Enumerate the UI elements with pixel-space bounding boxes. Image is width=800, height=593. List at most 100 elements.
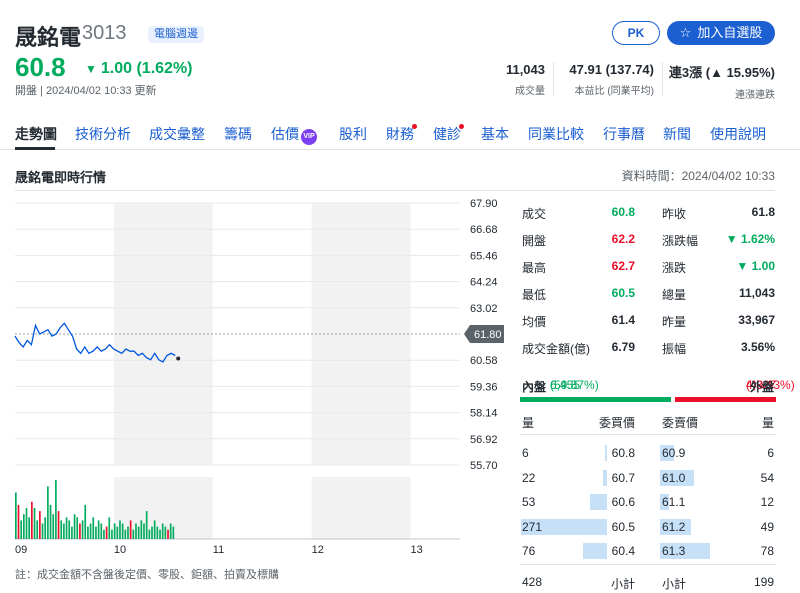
volume-bar (119, 520, 121, 539)
tab-financial[interactable]: 財務 (386, 124, 414, 144)
volume-bar (151, 526, 153, 539)
volume-bar (89, 523, 92, 539)
volume-bar (39, 511, 41, 539)
volume-bar (97, 520, 100, 539)
vip-badge: VIP (301, 129, 317, 145)
tab-health[interactable]: 健診 (433, 124, 461, 144)
volume-bar (47, 486, 49, 539)
volume-bar (52, 514, 55, 539)
bid-total: 428 (522, 574, 543, 589)
bid-price[interactable]: 60.4 (600, 544, 635, 558)
tab-transactions[interactable]: 成交彙整 (149, 124, 205, 144)
quote-value: 33,967 (738, 313, 775, 327)
volume-bar (116, 526, 119, 539)
ask-price[interactable]: 61.0 (662, 471, 685, 485)
tab-calendar[interactable]: 行事曆 (603, 124, 645, 144)
volume-bar (95, 526, 97, 539)
order-row: 6 60.8 60.9 6 (520, 441, 776, 466)
ask-price[interactable]: 60.9 (662, 446, 685, 460)
volume-bar (68, 520, 71, 539)
tab-dividend[interactable]: 股利 (339, 124, 367, 144)
intraday-chart[interactable]: 67.90 66.68 65.46 64.24 63.02 61.80 60.58 59.36… (0, 195, 512, 557)
ask-price-header: 委賣價 (662, 416, 699, 430)
ask-price[interactable]: 61.1 (662, 495, 685, 509)
ask-price[interactable]: 61.2 (662, 520, 685, 534)
volume-bar (164, 526, 167, 539)
stat-volume: 11,043 成交量 (506, 62, 545, 97)
bid-price[interactable]: 60.8 (600, 446, 635, 460)
quote-label: 漲跌 (662, 261, 687, 275)
volume-bar (159, 529, 161, 539)
order-book-header: 量 委買價 委賣價 量 (520, 414, 776, 434)
ask-qty: 54 (760, 470, 774, 485)
tab-valuation[interactable]: 估價 VIP (271, 124, 317, 145)
volume-bar (57, 511, 60, 539)
outer-ratio-bar (675, 397, 776, 402)
section-title: 晟銘電即時行情 (15, 170, 107, 185)
ask-qty-header: 量 (761, 416, 774, 430)
tab-trend[interactable]: 走勢圖 (15, 124, 57, 144)
ask-total: 199 (753, 574, 774, 589)
stat-streak: 連3漲 (▲ 15.95%) 連漲連跌 (669, 62, 775, 101)
stat-value: 連3漲 (▲ 15.95%) (668, 65, 775, 80)
volume-bar (127, 526, 129, 539)
update-meta: 開盤 | 2024/04/02 10:33 更新 (15, 85, 157, 97)
quote-label: 成交 (522, 207, 547, 221)
quote-value: 3.56% (740, 340, 775, 354)
tab-news[interactable]: 新聞 (663, 124, 691, 144)
y-tick-label: 59.36 (470, 381, 498, 393)
tab-basic[interactable]: 基本 (481, 124, 509, 144)
volume-bar (129, 520, 132, 539)
volume-bar (79, 523, 81, 539)
inner-ratio-bar (520, 397, 671, 402)
order-row: 76 60.4 61.3 78 (520, 539, 776, 564)
tab-help[interactable]: 使用說明 (710, 124, 766, 144)
industry-tag[interactable]: 電腦週邊 (148, 26, 204, 43)
tab-chips[interactable]: 籌碼 (224, 124, 252, 144)
quote-value: ▼ 1.62% (725, 232, 775, 246)
volume-bar (143, 523, 145, 539)
volume-bar (73, 514, 76, 539)
quote-value: 60.5 (611, 286, 635, 300)
volume-bar (84, 504, 87, 539)
stock-name: 晟銘電 (15, 25, 82, 50)
quote-value: ▼ 1.00 (736, 259, 775, 273)
pk-button[interactable]: PK (612, 21, 660, 45)
bid-price[interactable]: 60.7 (600, 471, 635, 485)
price-change: ▼ 1.00 (1.62%) (85, 60, 193, 78)
bid-price[interactable]: 60.5 (600, 520, 635, 534)
y-tick-label: 66.68 (470, 224, 498, 236)
order-book-rows: 6 60.8 60.9 6 22 60.7 61.0 54 53 60.6 61.1 12 271 60.… (520, 441, 776, 564)
volume-bar (111, 529, 113, 539)
ask-qty: 78 (760, 544, 774, 558)
quote-row: 開盤 62.2 漲跌幅 ▼ 1.62% (520, 225, 776, 252)
volume-bar (23, 514, 25, 539)
quote-row: 成交 60.8 昨收 61.8 (520, 198, 776, 225)
tab-peer-compare[interactable]: 同業比較 (528, 124, 584, 144)
volume-bar (121, 523, 124, 539)
add-watchlist-button[interactable]: ☆ 加入自選股 (667, 21, 775, 45)
ask-price[interactable]: 61.3 (662, 544, 685, 558)
outer-label: 外盤 (749, 380, 774, 394)
quote-value: 62.2 (611, 232, 635, 246)
quote-label: 昨收 (662, 207, 687, 221)
volume-bar (28, 517, 31, 539)
current-price: 60.8 (15, 52, 66, 82)
new-dot-icon (412, 124, 417, 129)
volume-bar (63, 523, 65, 539)
ask-subtotal-label: 小計 (662, 576, 687, 591)
bid-price[interactable]: 60.6 (600, 495, 635, 509)
quote-label: 振幅 (662, 342, 687, 356)
volume-bar (31, 501, 33, 539)
quote-row: 最低 60.5 總量 11,043 (520, 279, 776, 306)
hour-band (311, 477, 411, 539)
tab-technical[interactable]: 技術分析 (75, 124, 131, 144)
volume-bar (49, 504, 52, 539)
volume-bar (105, 526, 108, 539)
inner-outer-bar: 內盤 6,455 (59.87%) 4,327 (40.13%) 外盤 (520, 378, 795, 408)
y-tick-label: 65.46 (470, 250, 498, 262)
volume-bar (145, 511, 148, 539)
volume-bar (103, 529, 105, 539)
inner-label: 內盤 (522, 380, 547, 394)
y-tick-label: 67.90 (470, 198, 498, 210)
